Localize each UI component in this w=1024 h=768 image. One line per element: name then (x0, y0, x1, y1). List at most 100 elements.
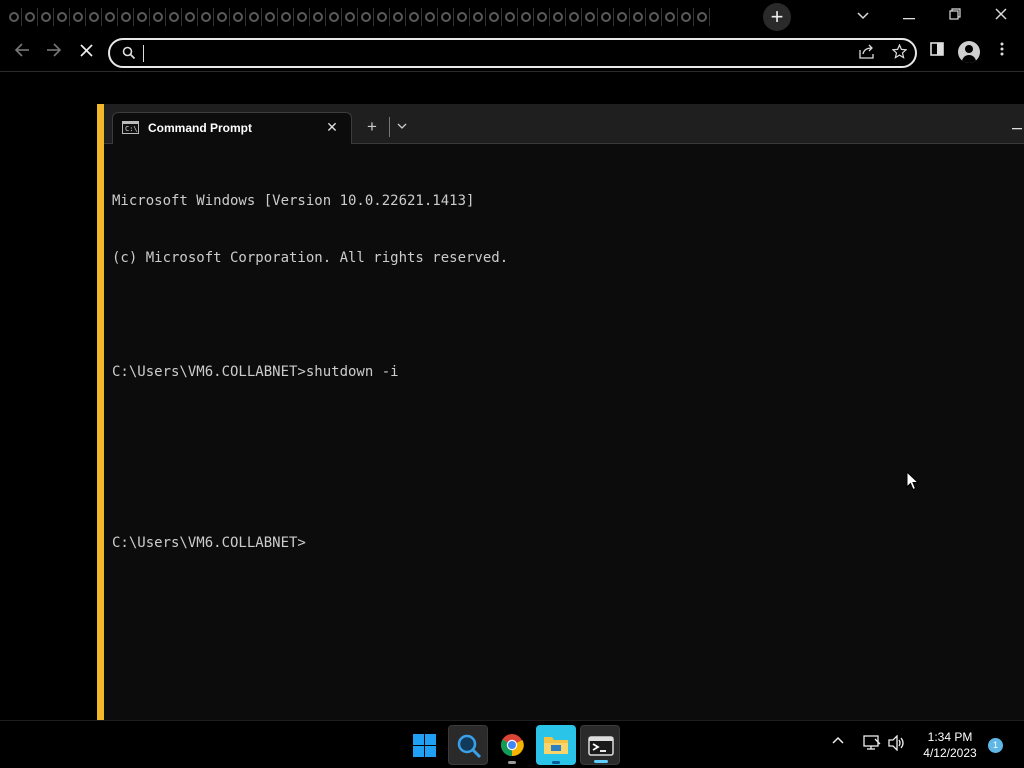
browser-menu-button[interactable] (988, 38, 1016, 66)
profile-avatar-icon[interactable] (958, 41, 980, 63)
share-icon (859, 44, 874, 59)
tabs-row (6, 8, 710, 26)
terminal-tab[interactable]: C:\ Command Prompt ✕ (112, 112, 352, 144)
taskbar-file-explorer-app[interactable] (536, 725, 576, 765)
browser-tab[interactable] (374, 8, 390, 26)
browser-tab[interactable] (438, 8, 454, 26)
terminal-tab-close-button[interactable]: ✕ (323, 118, 341, 136)
browser-tab[interactable] (550, 8, 566, 26)
notification-badge[interactable]: 1 (988, 738, 1003, 753)
browser-tab[interactable] (214, 8, 230, 26)
browser-tab[interactable] (678, 8, 694, 26)
browser-tab[interactable] (614, 8, 630, 26)
browser-tab[interactable] (198, 8, 214, 26)
start-button[interactable] (404, 725, 444, 765)
side-panel-button[interactable] (923, 38, 951, 66)
tab-search-button[interactable] (843, 2, 883, 30)
terminal-dropdown-button[interactable] (394, 117, 410, 137)
side-panel-icon (930, 42, 944, 56)
tab-favicon-icon (280, 12, 291, 22)
terminal-new-tab-button[interactable]: + (362, 117, 382, 137)
browser-tab[interactable] (118, 8, 134, 26)
window-restore-button[interactable] (935, 2, 975, 30)
browser-tab[interactable] (390, 8, 406, 26)
browser-tab[interactable] (470, 8, 486, 26)
browser-tab[interactable] (182, 8, 198, 26)
network-icon (863, 735, 881, 750)
browser-tab[interactable] (70, 8, 86, 26)
tab-favicon-icon (264, 12, 275, 22)
browser-tab[interactable] (502, 8, 518, 26)
browser-tab[interactable] (150, 8, 166, 26)
windows-logo-icon (413, 734, 436, 757)
volume-button[interactable] (888, 734, 906, 754)
browser-tab[interactable] (6, 8, 22, 26)
browser-tab[interactable] (630, 8, 646, 26)
browser-tab[interactable] (534, 8, 550, 26)
browser-tab[interactable] (342, 8, 358, 26)
tab-favicon-icon (456, 12, 467, 22)
window-minimize-button[interactable] (889, 2, 929, 30)
address-input[interactable] (142, 43, 822, 63)
browser-tab[interactable] (454, 8, 470, 26)
browser-tab[interactable] (406, 8, 422, 26)
taskbar-terminal-app[interactable] (580, 725, 620, 765)
network-button[interactable] (863, 735, 881, 754)
browser-tab[interactable] (134, 8, 150, 26)
terminal-icon (588, 736, 614, 756)
browser-tab[interactable] (38, 8, 54, 26)
share-button[interactable] (857, 44, 877, 64)
browser-tab[interactable] (86, 8, 102, 26)
bookmark-button[interactable] (889, 43, 909, 64)
new-tab-button[interactable]: + (763, 3, 791, 31)
browser-tab[interactable] (662, 8, 678, 26)
browser-tab[interactable] (486, 8, 502, 26)
browser-tab[interactable] (246, 8, 262, 26)
browser-tab[interactable] (310, 8, 326, 26)
terminal-prompt-line: C:\Users\VM6.COLLABNET> (112, 535, 306, 551)
browser-tab[interactable] (326, 8, 342, 26)
command-prompt-icon: C:\ (122, 121, 139, 134)
taskbar-chrome-app[interactable] (492, 725, 532, 765)
tab-favicon-icon (632, 12, 643, 22)
browser-tab[interactable] (166, 8, 182, 26)
browser-tab[interactable] (294, 8, 310, 26)
address-bar[interactable] (108, 38, 917, 68)
browser-tab[interactable] (422, 8, 438, 26)
mouse-pointer-icon (906, 471, 920, 491)
window-close-button[interactable] (981, 2, 1021, 30)
folder-icon (544, 737, 568, 754)
minimize-icon (903, 18, 915, 20)
taskbar-search-app[interactable] (448, 725, 488, 765)
browser-tab[interactable] (230, 8, 246, 26)
titlebar-divider (389, 117, 390, 137)
browser-tab[interactable] (582, 8, 598, 26)
show-hidden-icons-button[interactable] (832, 731, 844, 747)
terminal-output[interactable]: Microsoft Windows [Version 10.0.22621.14… (112, 154, 1012, 591)
browser-tab[interactable] (278, 8, 294, 26)
tab-favicon-icon (424, 12, 435, 22)
system-clock[interactable]: 1:34 PM 4/12/2023 (915, 729, 985, 761)
tab-favicon-icon (184, 12, 195, 22)
browser-tab[interactable] (358, 8, 374, 26)
running-indicator (552, 761, 560, 764)
back-button[interactable] (7, 37, 37, 67)
close-icon (995, 8, 1007, 20)
browser-tab[interactable] (646, 8, 662, 26)
forward-button[interactable] (39, 37, 69, 67)
browser-tab[interactable] (694, 8, 710, 26)
tab-favicon-icon (168, 12, 179, 22)
browser-tab[interactable] (566, 8, 582, 26)
tab-favicon-icon (136, 12, 147, 22)
browser-tab[interactable] (598, 8, 614, 26)
browser-tab[interactable] (54, 8, 70, 26)
browser-tab[interactable] (262, 8, 278, 26)
magnifier-icon (457, 734, 482, 759)
tab-favicon-icon (696, 12, 707, 22)
browser-tab[interactable] (518, 8, 534, 26)
stop-loading-button[interactable] (71, 37, 101, 67)
terminal-minimize-button[interactable] (1009, 115, 1024, 135)
browser-tab[interactable] (22, 8, 38, 26)
browser-tab[interactable] (102, 8, 118, 26)
